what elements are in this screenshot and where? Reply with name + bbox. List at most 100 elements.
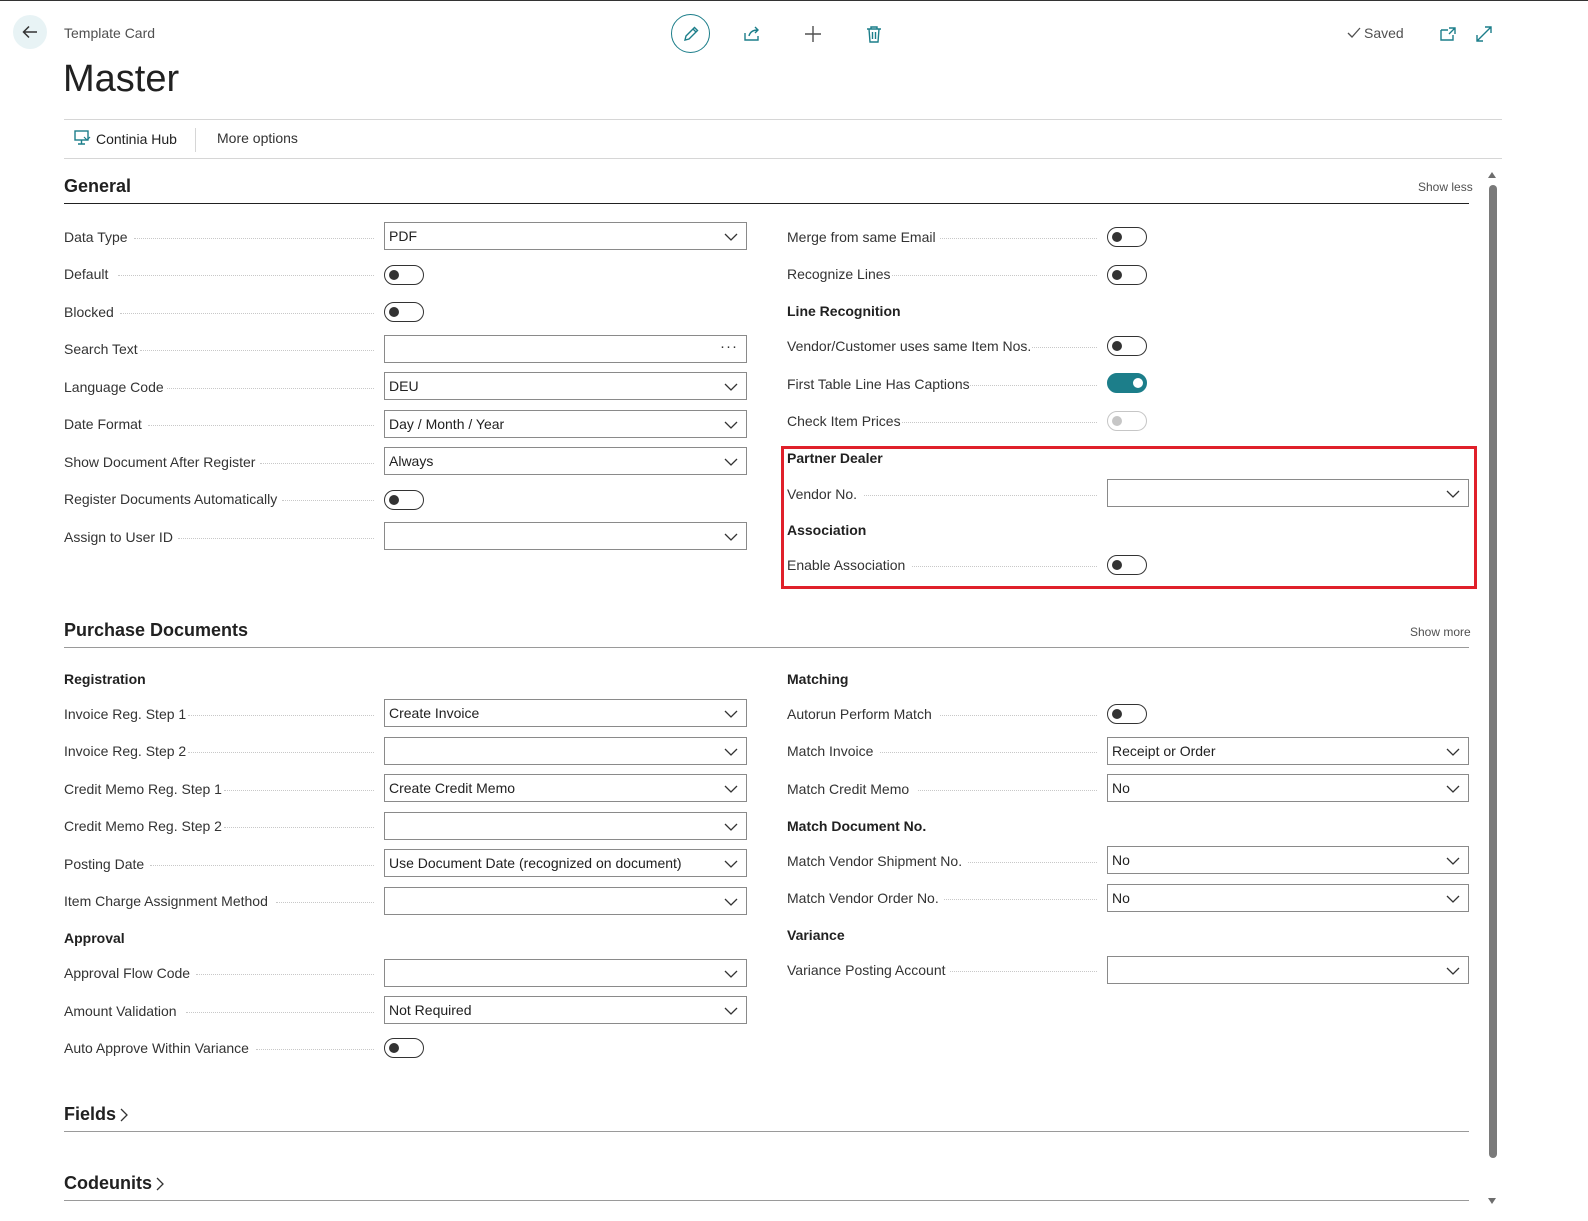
- toggle-knob: [389, 494, 399, 505]
- general-show-less-link[interactable]: Show less: [1418, 180, 1473, 194]
- autorun-perform-match-toggle[interactable]: [1107, 704, 1147, 724]
- expand-button[interactable]: [1472, 22, 1496, 46]
- matching-heading: Matching: [787, 671, 849, 687]
- credit-memo-reg-step-2-select[interactable]: [384, 812, 747, 840]
- credit-memo-reg-step-2-label: Credit Memo Reg. Step 2: [64, 818, 222, 834]
- actionbar-top-divider: [64, 119, 1502, 120]
- match-vendor-order-no-select[interactable]: No: [1107, 884, 1469, 912]
- amount-validation-select[interactable]: Not Required: [384, 996, 747, 1024]
- date-format-select[interactable]: Day / Month / Year: [384, 410, 747, 438]
- delete-button[interactable]: [854, 14, 894, 54]
- vendor-same-item-nos-toggle[interactable]: [1107, 336, 1147, 356]
- share-icon: [744, 26, 759, 41]
- first-table-line-captions-toggle[interactable]: [1107, 373, 1147, 393]
- section-fields-header[interactable]: Fields: [64, 1104, 129, 1125]
- merge-from-same-email-toggle[interactable]: [1107, 227, 1147, 247]
- chevron-down-icon: [1446, 857, 1460, 865]
- item-charge-assignment-method-select[interactable]: [384, 887, 747, 915]
- back-button[interactable]: [13, 15, 47, 49]
- merge-email-leader: [940, 238, 1097, 239]
- actionbar-bottom-divider: [64, 158, 1502, 159]
- match-credit-memo-value: No: [1112, 780, 1130, 796]
- show-document-leader: [260, 463, 374, 464]
- more-options-label: More options: [217, 130, 298, 146]
- match-invoice-label: Match Invoice: [787, 743, 874, 759]
- auto-approve-within-variance-toggle[interactable]: [384, 1038, 424, 1058]
- default-toggle[interactable]: [384, 265, 424, 285]
- line-recognition-heading: Line Recognition: [787, 303, 901, 319]
- invoice-step2-leader: [188, 752, 374, 753]
- item-charge-leader: [276, 902, 374, 903]
- ellipsis-icon[interactable]: ···: [720, 338, 738, 355]
- amount-validation-value: Not Required: [389, 1002, 472, 1018]
- assign-to-user-id-select[interactable]: [384, 522, 747, 550]
- approval-flow-code-select[interactable]: [384, 959, 747, 987]
- general-section-divider: [64, 203, 1469, 204]
- credit-memo-reg-step-1-select[interactable]: Create Credit Memo: [384, 774, 747, 802]
- register-documents-automatically-toggle[interactable]: [384, 490, 424, 510]
- chevron-down-icon: [724, 785, 738, 793]
- search-text-field[interactable]: ···: [384, 335, 747, 363]
- chevron-down-icon: [724, 1007, 738, 1015]
- language-code-select[interactable]: DEU: [384, 372, 747, 400]
- codeunits-section-divider: [64, 1200, 1469, 1201]
- posting-date-leader: [150, 865, 374, 866]
- page-title: Master: [63, 58, 180, 100]
- item-charge-assignment-method-label: Item Charge Assignment Method: [64, 893, 268, 909]
- scroll-up-arrow[interactable]: [1488, 172, 1496, 178]
- new-button[interactable]: [793, 14, 833, 54]
- chevron-down-icon: [724, 533, 738, 541]
- match-invoice-select[interactable]: Receipt or Order: [1107, 737, 1469, 765]
- more-options-action[interactable]: More options: [217, 130, 298, 146]
- chevron-down-icon: [724, 383, 738, 391]
- match-vendor-shipment-no-select[interactable]: No: [1107, 846, 1469, 874]
- merge-from-same-email-label: Merge from same Email: [787, 229, 936, 245]
- assign-to-user-id-label: Assign to User ID: [64, 529, 173, 545]
- variance-account-leader: [950, 971, 1097, 972]
- check-item-prices-toggle: [1107, 411, 1147, 431]
- autorun-match-leader: [940, 715, 1097, 716]
- arrow-left-icon: [22, 25, 37, 39]
- credit-memo-reg-step-1-value: Create Credit Memo: [389, 780, 516, 796]
- vendor-same-item-nos-label: Vendor/Customer uses same Item Nos.: [787, 338, 1032, 354]
- edit-button[interactable]: [671, 14, 710, 53]
- blocked-label: Blocked: [64, 304, 114, 320]
- section-codeunits-title: Codeunits: [64, 1173, 152, 1193]
- section-general-title[interactable]: General: [64, 176, 131, 197]
- section-codeunits-header[interactable]: Codeunits: [64, 1173, 165, 1194]
- chevron-down-icon: [724, 898, 738, 906]
- saved-label: Saved: [1364, 25, 1404, 41]
- credit-step1-leader: [224, 790, 374, 791]
- data-type-value: PDF: [389, 228, 417, 244]
- scrollbar-thumb[interactable]: [1489, 185, 1497, 1158]
- chevron-right-icon: [156, 1177, 164, 1190]
- variance-posting-account-select[interactable]: [1107, 956, 1469, 984]
- check-item-prices-leader: [902, 422, 1097, 423]
- search-text-label: Search Text: [64, 341, 138, 357]
- date-format-value: Day / Month / Year: [389, 416, 505, 432]
- data-type-select[interactable]: PDF: [384, 222, 747, 250]
- section-purchase-documents-title[interactable]: Purchase Documents: [64, 620, 248, 641]
- match-credit-memo-select[interactable]: No: [1107, 774, 1469, 802]
- purchase-show-more-link[interactable]: Show more: [1410, 625, 1471, 639]
- continia-hub-action[interactable]: Continia Hub: [74, 130, 177, 147]
- invoice-reg-step-1-value: Create Invoice: [389, 705, 480, 721]
- recognize-lines-toggle[interactable]: [1107, 265, 1147, 285]
- invoice-reg-step-1-select[interactable]: Create Invoice: [384, 699, 747, 727]
- show-document-after-register-select[interactable]: Always: [384, 447, 747, 475]
- toggle-knob: [1112, 708, 1122, 719]
- posting-date-select[interactable]: Use Document Date (recognized on documen…: [384, 849, 747, 877]
- invoice-reg-step-2-select[interactable]: [384, 737, 747, 765]
- purchase-section-divider: [64, 647, 1469, 648]
- blocked-toggle[interactable]: [384, 302, 424, 322]
- share-button[interactable]: [732, 14, 772, 54]
- credit-memo-reg-step-1-label: Credit Memo Reg. Step 1: [64, 781, 222, 797]
- invoice-step1-leader: [188, 715, 374, 716]
- first-table-line-captions-label: First Table Line Has Captions: [787, 376, 970, 392]
- scroll-down-arrow[interactable]: [1488, 1198, 1496, 1204]
- search-text-leader: [140, 350, 374, 351]
- date-format-leader: [148, 425, 374, 426]
- open-new-window-button[interactable]: [1436, 22, 1460, 46]
- recognize-lines-label: Recognize Lines: [787, 266, 891, 282]
- posting-date-label: Posting Date: [64, 856, 145, 872]
